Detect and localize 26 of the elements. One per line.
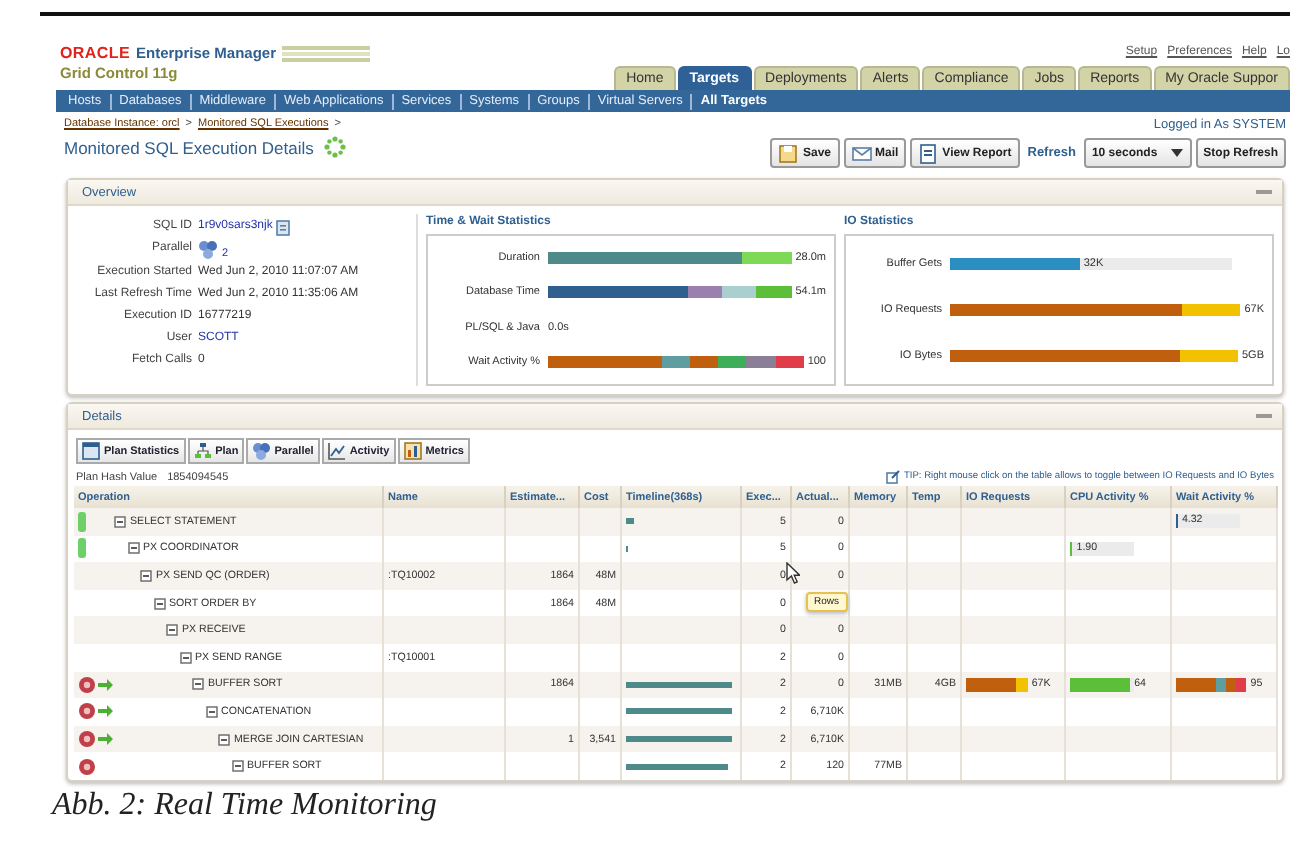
spinner-icon: [323, 136, 346, 158]
progress-icon: [78, 511, 86, 532]
collapse-icon[interactable]: [192, 678, 204, 691]
page-title: Monitored SQL Execution Details: [64, 137, 314, 157]
collapse-icon[interactable]: [231, 760, 243, 773]
collapse-icon[interactable]: [153, 597, 165, 610]
collapse-icon[interactable]: [205, 705, 217, 718]
figure-caption: Abb. 2: Real Time Monitoring: [52, 787, 439, 824]
stripes-icon: [282, 45, 371, 61]
collapse-icon[interactable]: [179, 651, 191, 664]
brand-logo: ORACLE: [60, 44, 130, 62]
collapse-icon[interactable]: [127, 542, 139, 555]
collapse-icon[interactable]: [114, 515, 126, 528]
envelope-icon: [851, 143, 871, 163]
collapse-icon[interactable]: [140, 569, 152, 582]
document-icon: [918, 143, 939, 163]
dropdown-caret-icon: [1169, 148, 1184, 158]
line-chart-icon: [327, 442, 346, 460]
collapse-icon[interactable]: [166, 624, 178, 637]
progress-icon: [78, 538, 86, 559]
bar-chart-icon: [403, 442, 422, 460]
tree-icon: [193, 442, 212, 460]
table-icon: [82, 442, 100, 460]
pencil-icon: [885, 470, 900, 484]
collapse-icon[interactable]: [218, 733, 230, 746]
document-icon: [276, 219, 291, 235]
